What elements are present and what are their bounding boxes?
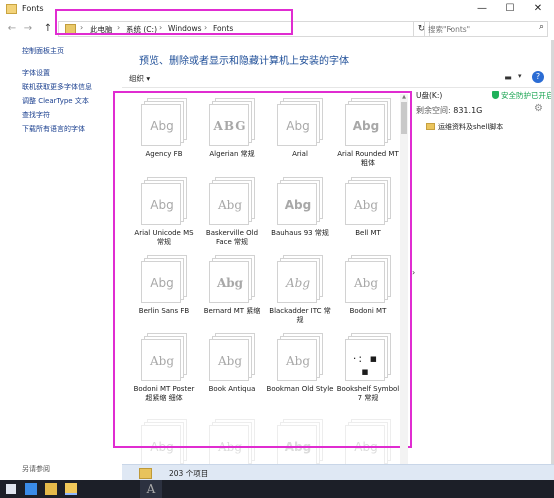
close-button[interactable]: ✕: [524, 0, 552, 18]
free-space: 剩余空间: 831.1G: [416, 106, 483, 115]
search-input[interactable]: [428, 23, 528, 35]
maximize-button[interactable]: ☐: [496, 0, 524, 18]
view-icon[interactable]: ▬: [500, 72, 516, 84]
forward-button[interactable]: →: [22, 22, 34, 36]
start-icon[interactable]: [6, 484, 16, 494]
sidebar-item-control-panel-home[interactable]: 控制面板主页: [22, 46, 64, 56]
sidebar: 控制面板主页 字体设置 联机获取更多字体信息 调整 ClearType 文本 查…: [0, 40, 122, 480]
up-button[interactable]: ↑: [42, 22, 54, 36]
address-highlight-box: [55, 9, 293, 35]
minimize-button[interactable]: —: [468, 0, 496, 18]
taskbar: A: [0, 480, 554, 498]
vertical-scrollbar[interactable]: ▲: [400, 94, 408, 478]
font-preview-icon: A: [140, 480, 162, 498]
search-icon[interactable]: ⌕: [539, 22, 544, 32]
search-box[interactable]: ⌕: [424, 21, 548, 37]
font-grid-highlight-box: [113, 91, 412, 448]
see-also-label: 另请参阅: [22, 465, 50, 473]
browser-icon[interactable]: [25, 483, 37, 495]
help-button[interactable]: ?: [532, 71, 544, 83]
app-icon[interactable]: [45, 483, 57, 495]
scrollbar-thumb[interactable]: [401, 102, 407, 134]
back-button[interactable]: ←: [6, 22, 18, 36]
sidebar-item-download-all-fonts[interactable]: 下载所有语言的字体: [22, 124, 85, 134]
expand-pane-icon[interactable]: ›: [412, 268, 415, 277]
item-count: 203 个项目: [169, 469, 209, 478]
organize-menu[interactable]: 组织 ▾: [129, 73, 150, 84]
sidebar-item-get-font-info-online[interactable]: 联机获取更多字体信息: [22, 82, 92, 92]
folder-icon: [426, 123, 435, 130]
folder-icon: [6, 4, 17, 14]
folder-item[interactable]: 运维资料及shell脚本: [426, 122, 503, 132]
view-dropdown[interactable]: ▾: [518, 72, 522, 80]
gear-icon[interactable]: ⚙: [534, 103, 543, 114]
sidebar-item-find-character[interactable]: 查找字符: [22, 110, 50, 120]
details-pane: › U盘(K:) 安全防护已开启 剩余空间: 831.1G ⚙ 运维资料及she…: [412, 90, 554, 480]
protection-status[interactable]: 安全防护已开启: [492, 90, 554, 101]
status-bar: 203 个项目: [122, 464, 554, 480]
sidebar-item-font-settings[interactable]: 字体设置: [22, 68, 50, 78]
scroll-up-icon[interactable]: ▲: [400, 94, 408, 101]
sidebar-item-adjust-cleartype[interactable]: 调整 ClearType 文本: [22, 96, 89, 106]
shield-icon: [492, 91, 499, 99]
command-bar: 组织 ▾ ▬ ▾ ?: [122, 68, 554, 88]
drive-label: U盘(K:): [416, 91, 443, 100]
page-title: 预览、删除或者显示和隐藏计算机上安装的字体: [139, 56, 349, 67]
window-title: Fonts: [22, 4, 44, 13]
folder-icon: [139, 468, 152, 479]
file-explorer-icon[interactable]: [65, 483, 77, 495]
